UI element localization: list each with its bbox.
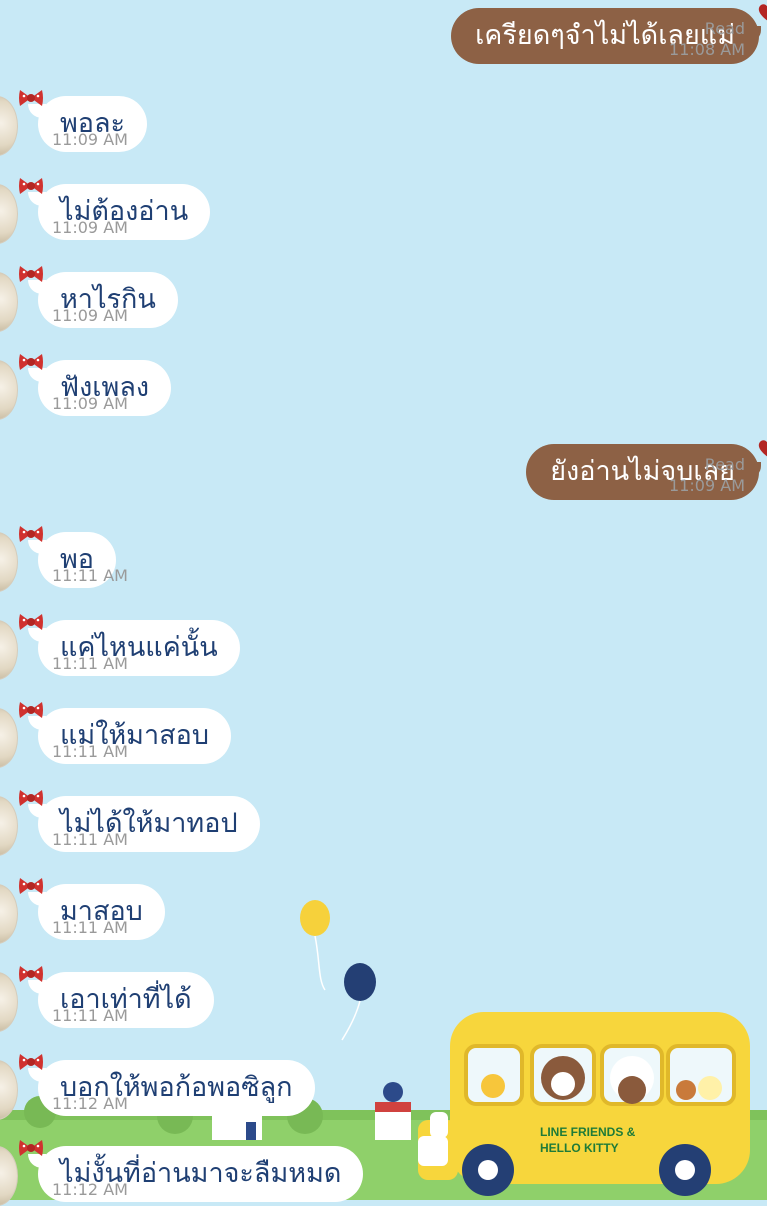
incoming-message-row: ไม่งั้นที่อ่านมาจะลืมหมด 11:12 AM <box>0 1140 767 1206</box>
bow-icon <box>18 264 44 284</box>
bow-icon <box>18 788 44 808</box>
avatar[interactable] <box>0 796 18 856</box>
avatar[interactable] <box>0 184 18 244</box>
avatar[interactable] <box>0 1060 18 1120</box>
incoming-message-row: พอ 11:11 AM <box>0 526 767 592</box>
incoming-message-row: ไม่ต้องอ่าน 11:09 AM <box>0 178 767 244</box>
incoming-message-row: บอกให้พอก้อพอซิลูก 11:12 AM <box>0 1054 767 1120</box>
bow-icon <box>18 1052 44 1072</box>
avatar[interactable] <box>0 96 18 156</box>
heart-icon <box>757 438 767 458</box>
message-timestamp: 11:11 AM <box>52 1006 128 1025</box>
incoming-message-row: หาไรกิน 11:09 AM <box>0 266 767 332</box>
read-receipt: Read <box>704 19 745 38</box>
avatar[interactable] <box>0 884 18 944</box>
outgoing-message-row: เครียดๆจำไม่ได้เลยแม่ Read 11:08 AM <box>0 4 767 66</box>
message-timestamp: 11:11 AM <box>52 654 128 673</box>
bow-icon <box>18 524 44 544</box>
bow-icon <box>18 964 44 984</box>
message-timestamp: 11:08 AM <box>669 40 745 59</box>
bow-icon <box>18 352 44 372</box>
avatar[interactable] <box>0 272 18 332</box>
avatar[interactable] <box>0 532 18 592</box>
message-timestamp: 11:09 AM <box>52 218 128 237</box>
bow-icon <box>18 700 44 720</box>
outgoing-message-row: ยังอ่านไม่จบเลย Read 11:09 AM <box>0 440 767 502</box>
message-timestamp: 11:09 AM <box>669 476 745 495</box>
incoming-message-row: แม่ให้มาสอบ 11:11 AM <box>0 702 767 768</box>
bow-icon <box>18 1138 44 1158</box>
avatar[interactable] <box>0 1146 18 1206</box>
avatar[interactable] <box>0 972 18 1032</box>
incoming-message-row: ฟังเพลง 11:09 AM <box>0 354 767 420</box>
incoming-message-row: แค่ไหนแค่นั้น 11:11 AM <box>0 614 767 680</box>
incoming-message-row: เอาเท่าที่ได้ 11:11 AM <box>0 966 767 1032</box>
message-timestamp: 11:09 AM <box>52 394 128 413</box>
message-timestamp: 11:12 AM <box>52 1180 128 1199</box>
bow-icon <box>18 88 44 108</box>
incoming-message-row: พอละ 11:09 AM <box>0 90 767 156</box>
avatar[interactable] <box>0 620 18 680</box>
message-timestamp: 11:12 AM <box>52 1094 128 1113</box>
message-timestamp: 11:09 AM <box>52 130 128 149</box>
message-meta: Read 11:09 AM <box>669 454 745 496</box>
incoming-message-row: ไม่ได้ให้มาทอป 11:11 AM <box>0 790 767 856</box>
heart-icon <box>757 2 767 22</box>
chat-thread[interactable]: เครียดๆจำไม่ได้เลยแม่ Read 11:08 AM พอละ 11:… <box>0 0 767 1206</box>
incoming-message-row: มาสอบ 11:11 AM <box>0 878 767 944</box>
message-timestamp: 11:11 AM <box>52 566 128 585</box>
message-timestamp: 11:11 AM <box>52 742 128 761</box>
bow-icon <box>18 176 44 196</box>
bow-icon <box>18 612 44 632</box>
message-meta: Read 11:08 AM <box>669 18 745 60</box>
message-timestamp: 11:09 AM <box>52 306 128 325</box>
avatar[interactable] <box>0 360 18 420</box>
bow-icon <box>18 876 44 896</box>
message-timestamp: 11:11 AM <box>52 830 128 849</box>
read-receipt: Read <box>704 455 745 474</box>
message-timestamp: 11:11 AM <box>52 918 128 937</box>
avatar[interactable] <box>0 708 18 768</box>
